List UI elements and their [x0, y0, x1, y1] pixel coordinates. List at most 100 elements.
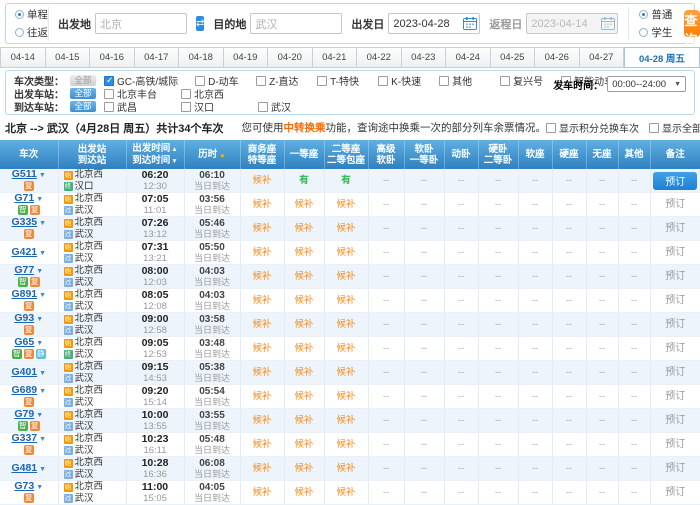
select-all-button[interactable]: 全部	[70, 88, 96, 99]
filter-option-checkbox[interactable]: 汉口	[181, 99, 241, 114]
date-tab[interactable]: 04-15	[46, 47, 91, 68]
depart-time-select[interactable]: 00:00--24:00 ▼	[607, 76, 686, 92]
filter-option-checkbox[interactable]: Z-直达	[256, 73, 300, 88]
seat-waitlist-link[interactable]: 候补	[336, 343, 355, 354]
seat-waitlist-link[interactable]: 候补	[252, 367, 271, 378]
train-number-link[interactable]: G73	[14, 480, 34, 492]
train-number-link[interactable]: G77	[14, 264, 34, 276]
date-tab[interactable]: 04-24	[446, 47, 491, 68]
sort-asc-icon[interactable]: ▲	[171, 146, 177, 153]
seat-waitlist-link[interactable]: 候补	[252, 319, 271, 330]
date-tab[interactable]: 04-16	[90, 47, 135, 68]
seat-waitlist-link[interactable]: 候补	[252, 175, 271, 186]
date-tab[interactable]: 04-19	[224, 47, 269, 68]
train-number-link[interactable]: G481	[11, 462, 37, 474]
sort-asc-icon[interactable]: ▲	[219, 152, 225, 159]
seat-waitlist-link[interactable]: 候补	[336, 295, 355, 306]
train-number-link[interactable]: G689	[11, 384, 37, 396]
expand-row-icon[interactable]: ▼	[36, 316, 43, 323]
expand-row-icon[interactable]: ▼	[39, 220, 46, 227]
expand-row-icon[interactable]: ▼	[36, 412, 43, 419]
train-number-link[interactable]: G401	[11, 366, 37, 378]
train-number-link[interactable]: G65	[14, 336, 34, 348]
train-number-link[interactable]: G421	[11, 246, 37, 258]
seat-waitlist-link[interactable]: 候补	[294, 391, 313, 402]
date-tab[interactable]: 04-26	[535, 47, 580, 68]
train-number-link[interactable]: G71	[14, 192, 34, 204]
sort-desc-icon[interactable]: ▼	[171, 158, 177, 165]
train-number-link[interactable]: G891	[11, 288, 37, 300]
filter-option-checkbox[interactable]: 武汉	[258, 99, 318, 114]
seat-waitlist-link[interactable]: 候补	[336, 463, 355, 474]
seat-waitlist-link[interactable]: 候补	[336, 199, 355, 210]
train-number-link[interactable]: G93	[14, 312, 34, 324]
expand-row-icon[interactable]: ▼	[39, 292, 46, 299]
expand-row-icon[interactable]: ▼	[39, 388, 46, 395]
expand-row-icon[interactable]: ▼	[36, 340, 43, 347]
train-number-link[interactable]: G511	[12, 168, 37, 180]
seat-waitlist-link[interactable]: 候补	[252, 487, 271, 498]
filter-option-checkbox[interactable]: 复兴号	[500, 73, 544, 88]
seat-waitlist-link[interactable]: 候补	[294, 319, 313, 330]
seat-waitlist-link[interactable]: 候补	[294, 415, 313, 426]
seat-waitlist-link[interactable]: 候补	[336, 415, 355, 426]
date-tab[interactable]: 04-14	[0, 47, 46, 68]
seat-waitlist-link[interactable]: 候补	[252, 463, 271, 474]
seat-waitlist-link[interactable]: 候补	[294, 463, 313, 474]
seat-waitlist-link[interactable]: 候补	[294, 439, 313, 450]
filter-option-checkbox[interactable]: K-快速	[378, 73, 422, 88]
seat-waitlist-link[interactable]: 候补	[336, 367, 355, 378]
seat-waitlist-link[interactable]: 候补	[252, 415, 271, 426]
expand-row-icon[interactable]: ▼	[36, 268, 43, 275]
train-number-link[interactable]: G337	[11, 432, 37, 444]
seat-waitlist-link[interactable]: 候补	[336, 391, 355, 402]
one-way-radio[interactable]: 单程	[15, 7, 48, 22]
expand-row-icon[interactable]: ▼	[36, 484, 43, 491]
filter-option-checkbox[interactable]: 其他	[439, 73, 483, 88]
seat-waitlist-link[interactable]: 候补	[252, 247, 271, 258]
train-number-link[interactable]: G335	[11, 216, 37, 228]
select-all-button[interactable]: 全部	[70, 75, 96, 86]
show-all-bookable-checkbox[interactable]: 显示全部可预订车次	[649, 120, 700, 135]
seat-waitlist-link[interactable]: 候补	[294, 271, 313, 282]
seat-waitlist-link[interactable]: 候补	[294, 367, 313, 378]
date-tab[interactable]: 04-23	[402, 47, 447, 68]
book-button[interactable]: 预订	[653, 172, 697, 190]
to-input[interactable]	[250, 13, 342, 34]
seat-waitlist-link[interactable]: 候补	[294, 199, 313, 210]
seat-waitlist-link[interactable]: 候补	[336, 487, 355, 498]
filter-option-checkbox[interactable]: 武昌	[104, 99, 164, 114]
from-input[interactable]	[95, 13, 187, 34]
seat-waitlist-link[interactable]: 候补	[252, 223, 271, 234]
transfer-link[interactable]: 中转换乘	[284, 122, 326, 134]
seat-waitlist-link[interactable]: 候补	[294, 247, 313, 258]
date-tab-active[interactable]: 04-28 周五	[624, 47, 700, 68]
date-tab[interactable]: 04-17	[135, 47, 180, 68]
date-tab[interactable]: 04-27	[580, 47, 625, 68]
select-all-button[interactable]: 全部	[70, 101, 96, 112]
student-passenger-radio[interactable]: 学生	[639, 25, 672, 40]
filter-option-checkbox[interactable]: T-特快	[317, 73, 361, 88]
seat-waitlist-link[interactable]: 候补	[336, 319, 355, 330]
expand-row-icon[interactable]: ▼	[36, 196, 43, 203]
date-tab[interactable]: 04-18	[179, 47, 224, 68]
date-tab[interactable]: 04-20	[268, 47, 313, 68]
expand-row-icon[interactable]: ▼	[39, 172, 46, 179]
expand-row-icon[interactable]: ▼	[39, 370, 46, 377]
seat-waitlist-link[interactable]: 候补	[294, 343, 313, 354]
date-tab[interactable]: 04-21	[313, 47, 358, 68]
seat-waitlist-link[interactable]: 候补	[252, 391, 271, 402]
seat-waitlist-link[interactable]: 候补	[294, 295, 313, 306]
round-trip-radio[interactable]: 往返	[15, 25, 48, 40]
expand-row-icon[interactable]: ▼	[39, 436, 46, 443]
seat-waitlist-link[interactable]: 候补	[336, 271, 355, 282]
seat-waitlist-link[interactable]: 候补	[336, 247, 355, 258]
date-tab[interactable]: 04-22	[357, 47, 402, 68]
seat-waitlist-link[interactable]: 候补	[252, 295, 271, 306]
swap-stations-icon[interactable]: ⇄	[196, 16, 204, 31]
seat-waitlist-link[interactable]: 候补	[336, 439, 355, 450]
calendar-icon[interactable]	[463, 17, 477, 30]
seat-waitlist-link[interactable]: 候补	[294, 487, 313, 498]
show-points-trains-checkbox[interactable]: 显示积分兑换车次	[546, 120, 639, 135]
train-number-link[interactable]: G79	[14, 408, 34, 420]
